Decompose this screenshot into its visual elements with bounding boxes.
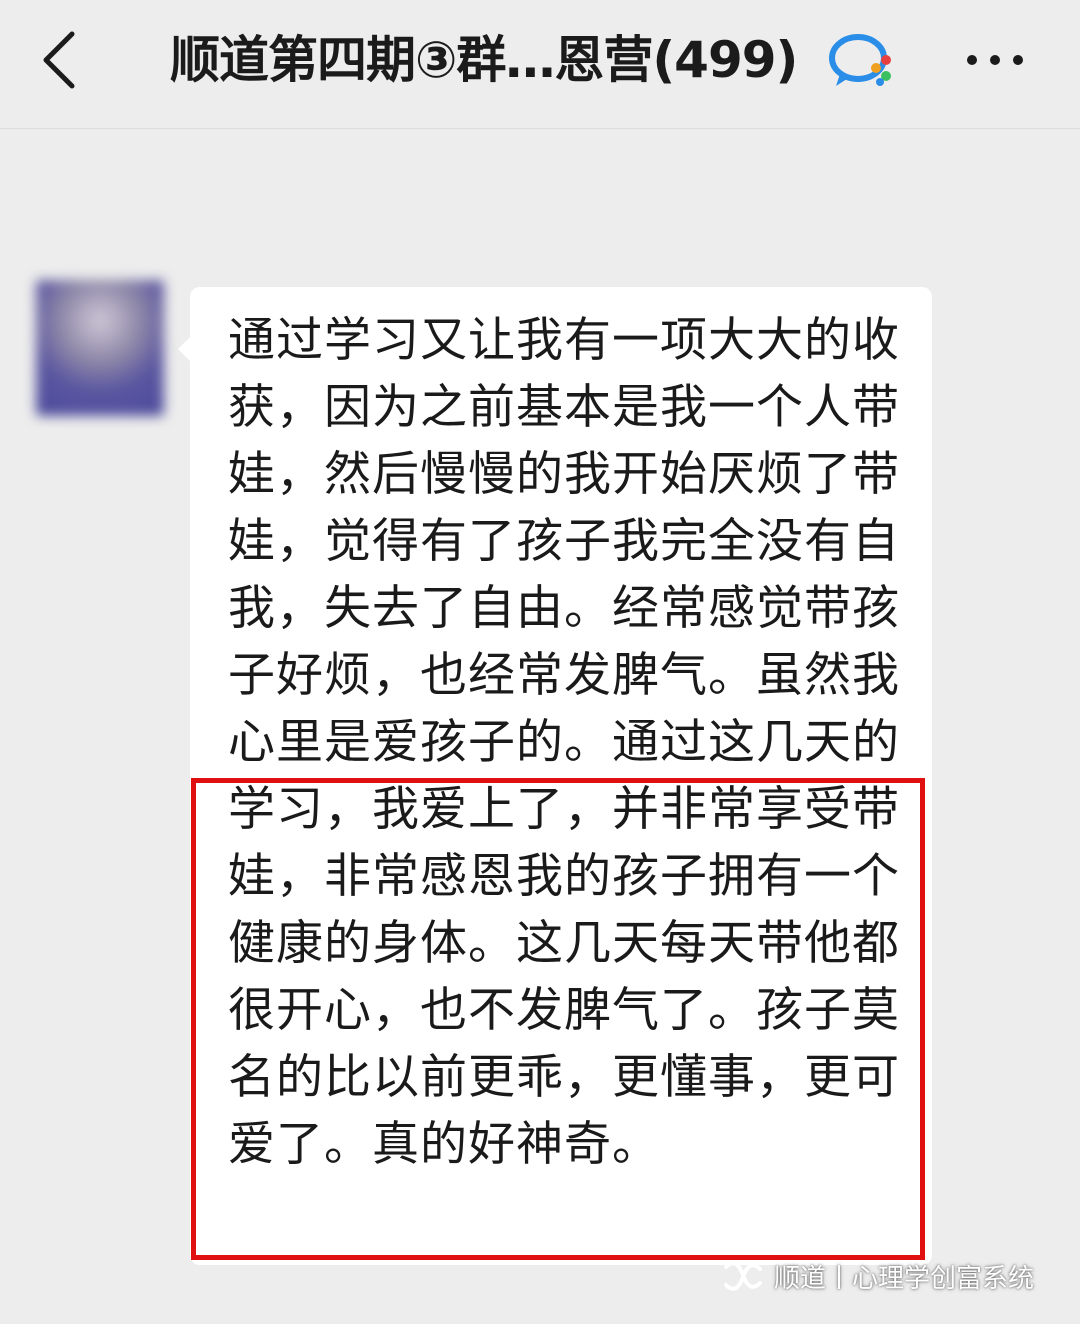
top-navigation-bar: 顺道第四期③群…恩营(499) (0, 0, 1080, 129)
group-chat-badge-icon (828, 30, 898, 92)
back-button[interactable] (38, 28, 88, 92)
chat-title: 顺道第四期③群…恩营(499) (170, 31, 798, 89)
chevron-left-icon (43, 31, 75, 89)
watermark-text: 顺道丨心理学创富系统 (774, 1263, 1035, 1294)
message-text: 通过学习又让我有一项大大的收获，因为之前基本是我一个人带娃，然后慢慢的我开始厌烦… (228, 313, 900, 1172)
more-options-button[interactable] (962, 30, 1032, 90)
sender-avatar[interactable] (36, 280, 164, 416)
wechat-channel-icon (724, 1261, 762, 1291)
more-dots-icon (967, 55, 1023, 65)
watermark: 顺道丨心理学创富系统 (722, 1256, 1034, 1296)
message-bubble[interactable]: 通过学习又让我有一项大大的收获，因为之前基本是我一个人带娃，然后慢慢的我开始厌烦… (190, 287, 932, 1265)
